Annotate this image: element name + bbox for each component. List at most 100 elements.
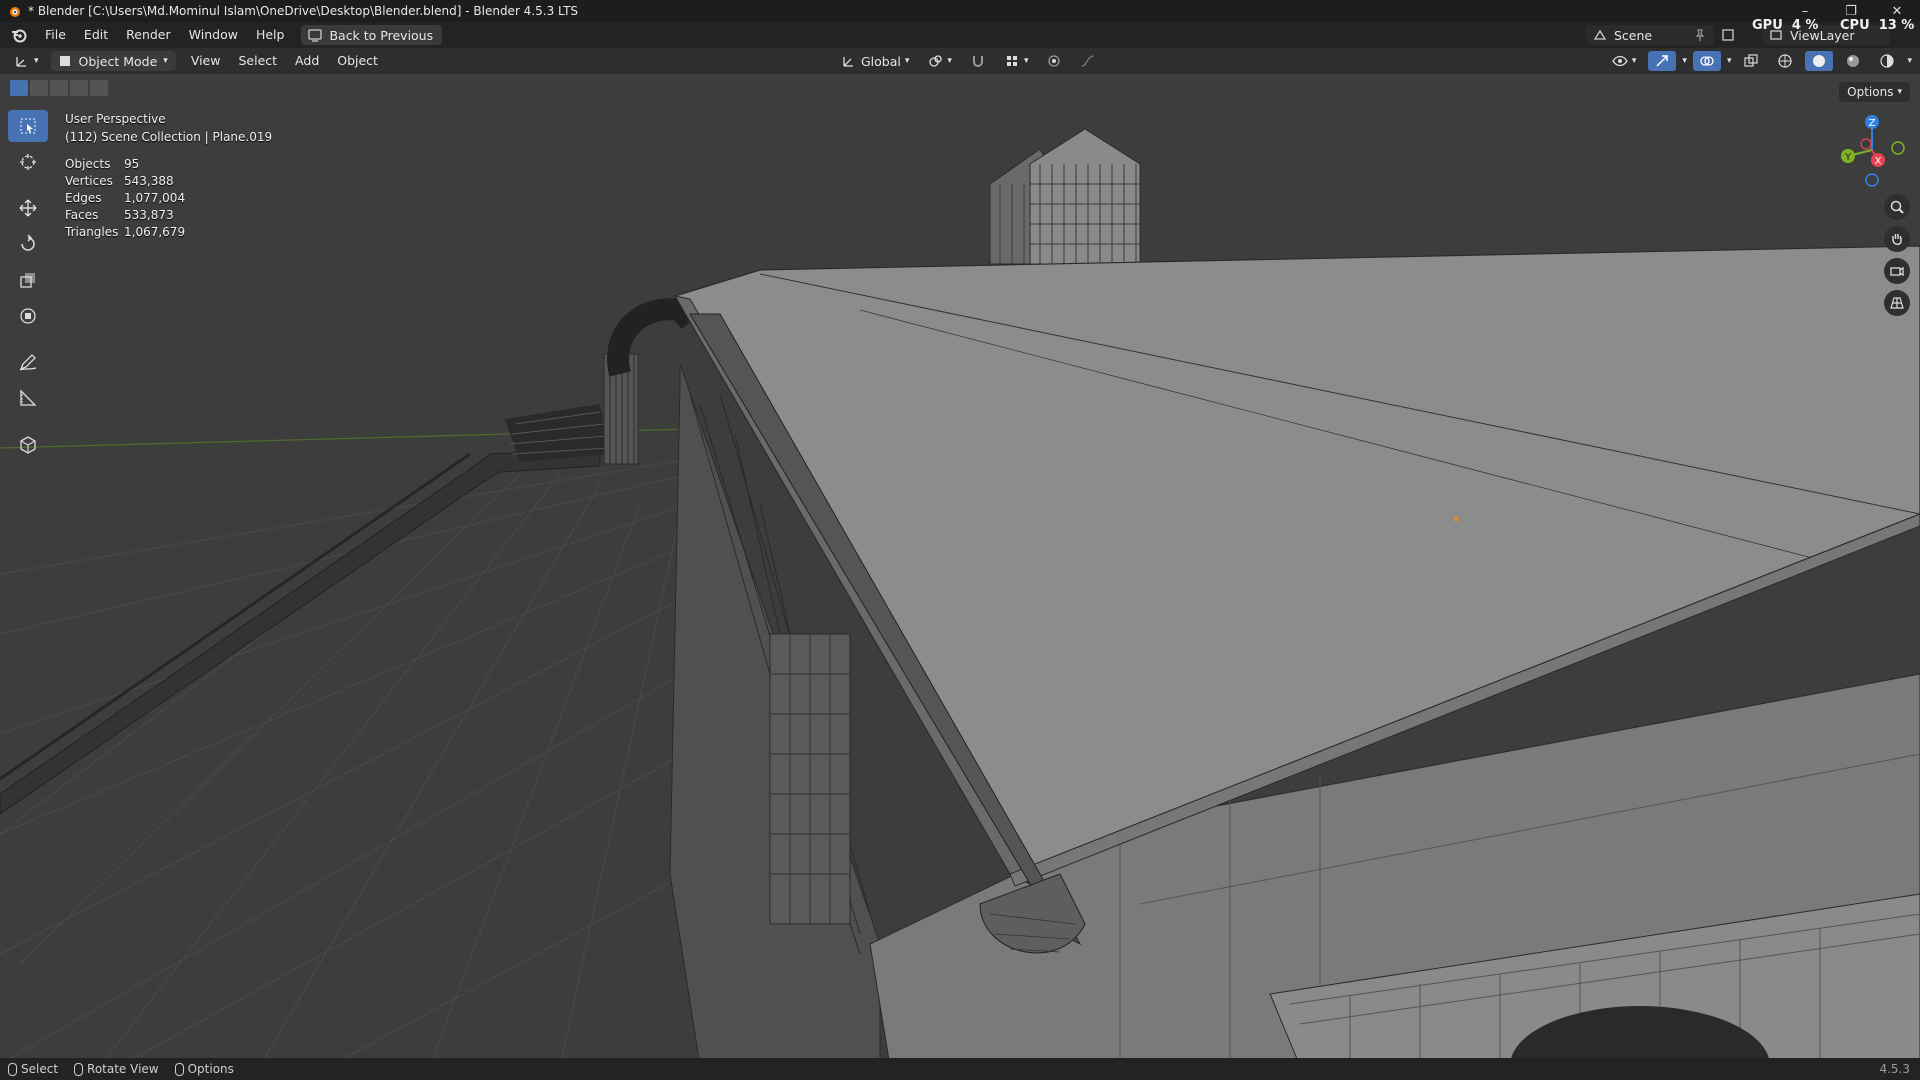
select-new-icon[interactable]	[10, 80, 28, 96]
shading-material-button[interactable]	[1839, 51, 1867, 71]
select-intersect-icon[interactable]	[90, 80, 108, 96]
status-options-hint: Options	[174, 1062, 234, 1076]
overlays-icon	[1700, 56, 1714, 66]
gpu-label: GPU	[1752, 18, 1783, 33]
menu-select[interactable]: Select	[229, 50, 286, 72]
proportional-edit-toggle[interactable]	[1040, 51, 1068, 71]
menu-file[interactable]: File	[36, 24, 75, 46]
gizmo-chevron-icon[interactable]: ▾	[1682, 56, 1687, 66]
measure-tool[interactable]	[8, 382, 48, 414]
scene-statistics: Objects 95 Vertices 543,388 Edges 1,077,004…	[65, 156, 272, 241]
camera-view-button[interactable]	[1884, 258, 1910, 284]
add-cube-tool[interactable]	[8, 428, 48, 460]
transform-tool[interactable]	[8, 300, 48, 332]
shading-chevron-icon[interactable]: ▾	[1907, 56, 1912, 66]
overlays-chevron-icon[interactable]: ▾	[1727, 56, 1732, 66]
snap-target-dropdown[interactable]: ▾	[998, 51, 1035, 71]
viewport-nav-buttons	[1884, 194, 1910, 316]
select-extend-icon[interactable]	[30, 80, 48, 96]
pin-icon[interactable]	[1692, 27, 1708, 43]
blender-logo-icon[interactable]	[10, 26, 28, 44]
stat-row: Vertices 543,388	[65, 173, 272, 190]
gizmo-toggle[interactable]	[1648, 51, 1677, 71]
stat-label: Triangles	[65, 225, 119, 239]
rotate-icon	[21, 234, 35, 251]
pan-button[interactable]	[1884, 226, 1910, 252]
scale-tool[interactable]	[8, 264, 48, 296]
status-select-hint: Select	[8, 1062, 58, 1076]
stat-value: 95	[124, 157, 140, 171]
gizmo-neg-y-axis[interactable]	[1891, 141, 1905, 155]
select-subtract-icon[interactable]	[50, 80, 68, 96]
active-object-label: (112) Scene Collection | Plane.019	[65, 130, 273, 144]
gizmo-neg-z-axis[interactable]	[1865, 173, 1879, 187]
select-invert-icon[interactable]	[70, 80, 88, 96]
menu-view[interactable]: View	[182, 50, 230, 72]
move-tool[interactable]	[8, 192, 48, 224]
select-box-tool[interactable]	[8, 110, 48, 142]
transform-orientation-dropdown[interactable]: Global ▾	[835, 51, 915, 71]
stat-row: Edges 1,077,004	[65, 190, 272, 207]
mouse-middle-icon	[74, 1062, 84, 1076]
cursor-tool[interactable]	[8, 146, 48, 178]
rendered-shading-icon	[1880, 54, 1895, 68]
3d-viewport[interactable]: User Perspective (112) Scene Collection …	[0, 74, 1920, 1066]
falloff-dropdown[interactable]	[1074, 51, 1102, 71]
perspective-toggle-button[interactable]	[1884, 290, 1910, 316]
menu-add[interactable]: Add	[286, 50, 328, 72]
menu-help[interactable]: Help	[247, 24, 294, 46]
editor-type-button[interactable]: ▾	[8, 51, 45, 71]
scale-icon	[20, 273, 35, 288]
stat-row: Faces 533,873	[65, 207, 272, 224]
status-select-label: Select	[21, 1062, 59, 1076]
zoom-button[interactable]	[1884, 194, 1910, 220]
stat-label: Faces	[65, 208, 99, 222]
new-scene-icon[interactable]	[1720, 27, 1736, 43]
perspective-label: User Perspective	[65, 112, 166, 126]
version-label: 4.5.3	[1879, 1062, 1910, 1076]
shading-solid-button[interactable]	[1805, 51, 1834, 71]
title-bar: * Blender [C:\Users\Md.Mominul Islam\One…	[0, 0, 1920, 22]
window-title: * Blender [C:\Users\Md.Mominul Islam\One…	[28, 4, 579, 18]
xray-toggle[interactable]	[1737, 51, 1765, 71]
menu-object[interactable]: Object	[328, 50, 387, 72]
status-options-label: Options	[187, 1062, 234, 1076]
object-mode-dropdown[interactable]: Object Mode ▾	[50, 51, 176, 71]
chevron-down-icon: ▾	[163, 56, 168, 66]
xray-icon	[1744, 54, 1759, 67]
add-cube-icon	[20, 436, 36, 454]
menu-window[interactable]: Window	[180, 24, 247, 46]
menu-edit[interactable]: Edit	[75, 24, 117, 46]
material-shading-icon	[1847, 55, 1860, 67]
rotate-tool[interactable]	[8, 228, 48, 260]
scene-selector[interactable]: Scene	[1586, 25, 1714, 45]
pencil-icon	[19, 354, 37, 371]
blender-app-icon	[10, 7, 20, 17]
grid-perspective-icon	[1890, 297, 1904, 309]
mouse-left-icon	[8, 1062, 17, 1076]
shading-wireframe-button[interactable]	[1771, 51, 1799, 71]
navigation-gizmo[interactable]: Z Y X	[1832, 110, 1912, 190]
back-to-previous-button[interactable]: Back to Previous	[301, 25, 443, 45]
axes-editor-icon	[16, 57, 26, 67]
options-dropdown[interactable]: Options ▾	[1839, 82, 1910, 102]
viewport-info-overlay: User Perspective (112) Scene Collection …	[65, 110, 272, 241]
screen-icon	[308, 29, 323, 42]
snap-toggle[interactable]	[964, 51, 992, 71]
annotate-tool[interactable]	[8, 346, 48, 378]
stat-value: 1,077,004	[124, 191, 186, 205]
overlays-toggle[interactable]	[1692, 51, 1721, 71]
pivot-point-dropdown[interactable]: ▾	[921, 51, 958, 71]
options-label: Options	[1847, 85, 1894, 99]
gizmo-z-label: Z	[1869, 118, 1876, 129]
gpu-usage: GPU 4 %	[1752, 18, 1818, 33]
shading-rendered-button[interactable]	[1873, 51, 1901, 71]
visibility-dropdown[interactable]: ▾	[1606, 51, 1643, 71]
menu-render[interactable]: Render	[117, 24, 180, 46]
select-box-icon	[20, 118, 36, 134]
camera-icon	[1890, 266, 1904, 277]
scene-render	[0, 128, 1920, 1066]
hand-icon	[1892, 234, 1902, 245]
gizmo-y-label: Y	[1844, 152, 1852, 163]
gizmo-neg-x-axis[interactable]	[1860, 138, 1872, 150]
